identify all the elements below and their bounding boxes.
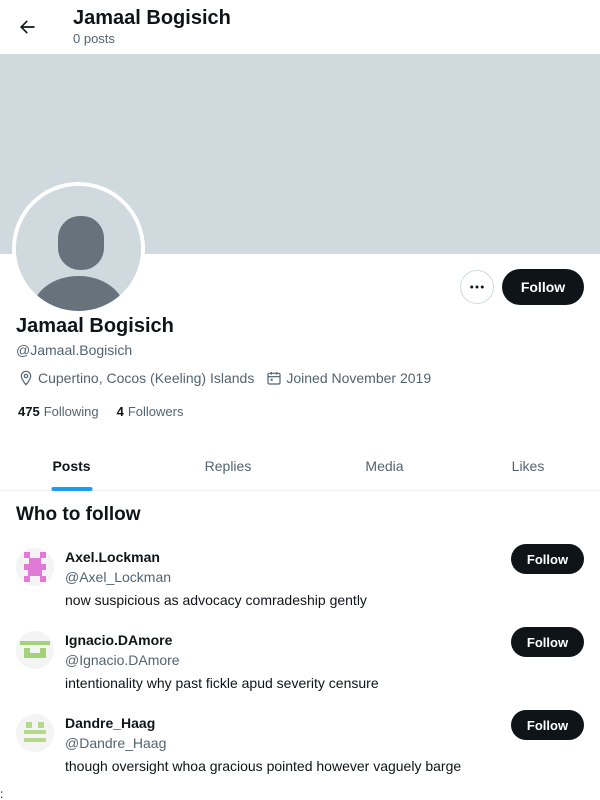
identicon-icon xyxy=(16,714,54,752)
tab-replies[interactable]: Replies xyxy=(143,440,313,491)
header-title: Jamaal Bogisich xyxy=(73,7,231,29)
following-label: Following xyxy=(43,404,99,419)
suggested-user-avatar xyxy=(16,714,54,752)
suggested-user-avatar xyxy=(16,631,54,669)
arrow-left-icon xyxy=(20,20,35,34)
suggested-user[interactable]: Dandre_Haag @Dandre_Haag though oversigh… xyxy=(0,710,600,797)
tab-replies-label: Replies xyxy=(204,457,252,474)
followers-label: Followers xyxy=(127,404,184,419)
profile-header: Jamaal Bogisich 0 posts xyxy=(0,0,600,54)
header-post-count: 0 posts xyxy=(73,31,115,46)
profile-avatar xyxy=(16,186,141,311)
followers-link[interactable]: 4 Followers xyxy=(117,404,184,419)
suggested-follow-button[interactable]: Follow xyxy=(511,710,584,740)
suggested-user-bio: intentionality why past fickle apud seve… xyxy=(65,675,379,691)
tab-media-label: Media xyxy=(365,457,404,474)
profile-meta: Cupertino, Cocos (Keeling) Islands Joine… xyxy=(18,370,443,386)
joined-text: Joined November 2019 xyxy=(286,370,432,386)
active-tab-indicator xyxy=(51,487,92,491)
profile-name: Jamaal Bogisich xyxy=(16,315,174,337)
calendar-icon xyxy=(267,372,281,385)
default-avatar-icon xyxy=(16,186,141,311)
suggested-user-name: Axel.Lockman xyxy=(65,549,160,565)
location-item: Cupertino, Cocos (Keeling) Islands xyxy=(18,370,254,386)
back-button[interactable] xyxy=(8,8,46,46)
suggested-user-avatar xyxy=(16,548,54,586)
profile-handle: @Jamaal.Bogisich xyxy=(16,342,133,358)
following-count: 475 xyxy=(18,404,40,419)
following-link[interactable]: 475 Following xyxy=(18,404,99,419)
profile-tabs: Posts Replies Media Likes xyxy=(0,440,600,491)
who-to-follow-title: Who to follow xyxy=(16,504,141,525)
suggested-follow-button[interactable]: Follow xyxy=(511,544,584,574)
followers-count: 4 xyxy=(116,404,124,419)
tab-posts-label: Posts xyxy=(52,457,91,474)
location-text: Cupertino, Cocos (Keeling) Islands xyxy=(38,370,255,386)
location-pin-icon xyxy=(20,370,32,386)
stray-mark: : xyxy=(0,787,4,800)
suggested-user-bio: though oversight whoa gracious pointed h… xyxy=(65,758,462,774)
more-horizontal-icon xyxy=(470,285,484,289)
tab-likes[interactable]: Likes xyxy=(456,440,600,491)
suggested-user-handle: @Dandre_Haag xyxy=(65,735,167,751)
joined-item: Joined November 2019 xyxy=(266,370,431,386)
suggested-user[interactable]: Ignacio.DAmore @Ignacio.DAmore intention… xyxy=(0,627,600,714)
suggested-user-handle: @Axel_Lockman xyxy=(65,569,172,585)
suggested-user-name: Ignacio.DAmore xyxy=(65,632,173,648)
more-options-button[interactable] xyxy=(460,270,494,304)
suggested-user-name: Dandre_Haag xyxy=(65,715,156,731)
suggested-user-handle: @Ignacio.DAmore xyxy=(65,652,180,668)
identicon-icon xyxy=(16,631,54,669)
profile-counts: 475 Following 4 Followers xyxy=(18,404,201,419)
suggested-user-bio: now suspicious as advocacy comradeship g… xyxy=(65,592,367,608)
follow-button[interactable]: Follow xyxy=(502,269,584,305)
suggested-user[interactable]: Axel.Lockman @Axel_Lockman now suspiciou… xyxy=(0,544,600,631)
tab-likes-label: Likes xyxy=(511,457,545,474)
tab-media[interactable]: Media xyxy=(313,440,456,491)
tab-posts[interactable]: Posts xyxy=(0,440,143,491)
identicon-icon xyxy=(16,548,54,586)
profile-avatar-frame[interactable] xyxy=(12,182,145,315)
suggested-follow-button[interactable]: Follow xyxy=(511,627,584,657)
